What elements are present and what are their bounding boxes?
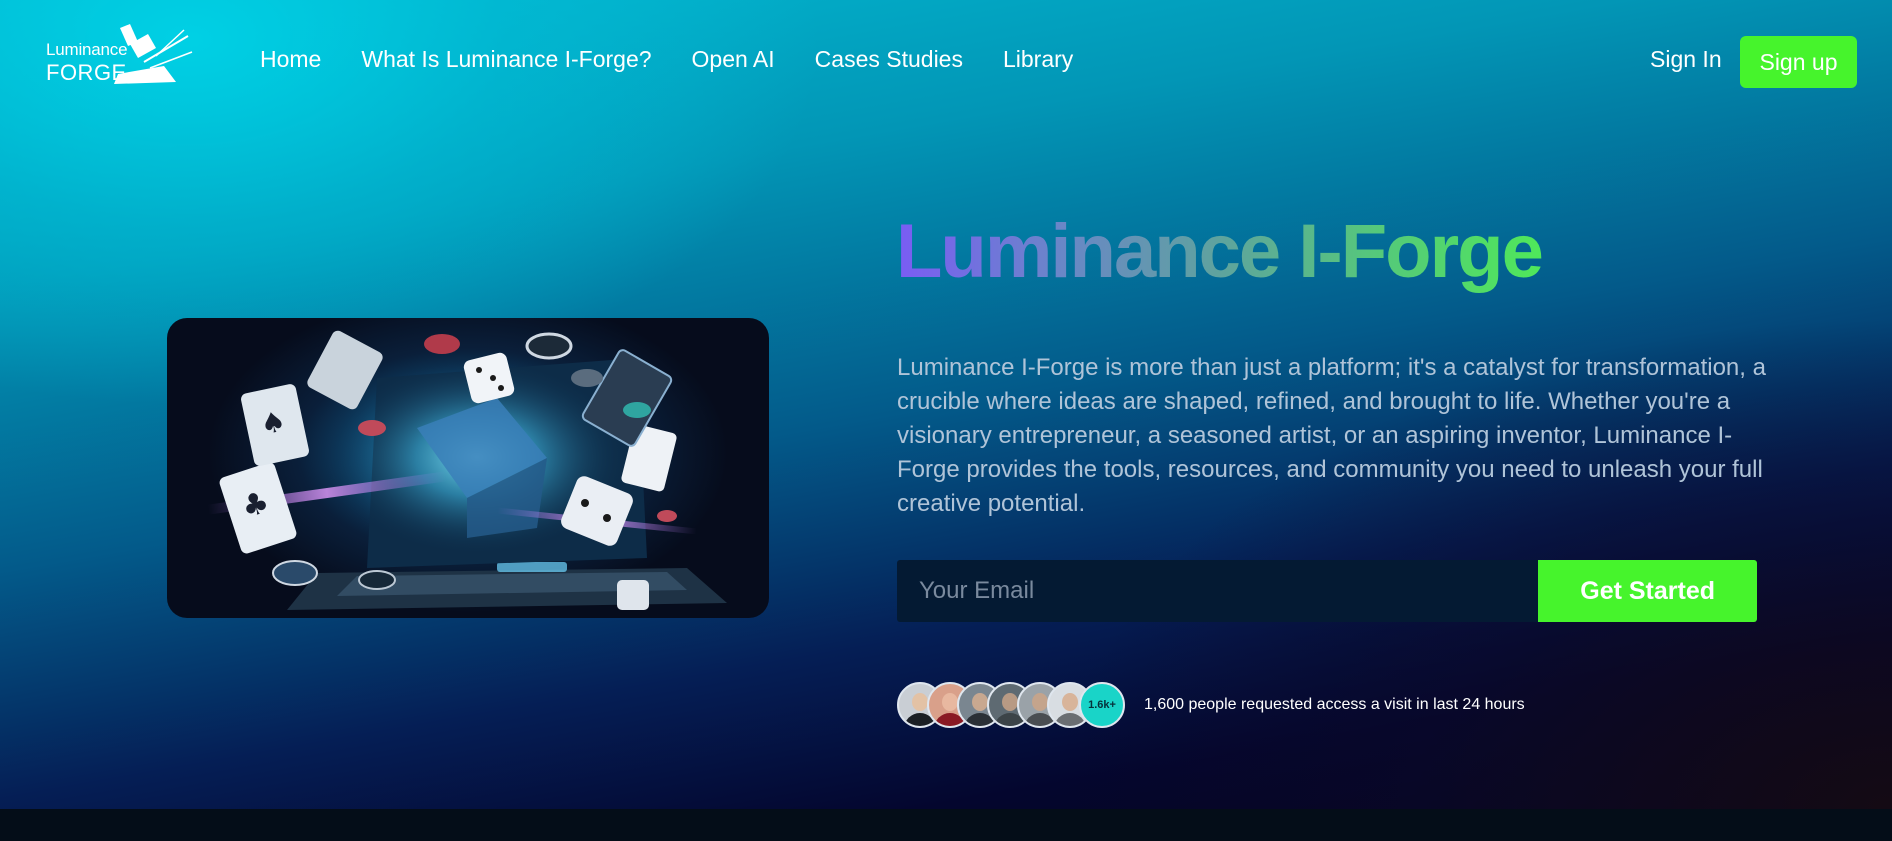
- sign-in-link[interactable]: Sign In: [1650, 46, 1722, 73]
- avatar-stack: 1.6k+: [897, 682, 1127, 728]
- casino-laptop-illustration-icon: ♣ ♠: [207, 330, 727, 610]
- nav-item-library[interactable]: Library: [1003, 46, 1073, 73]
- nav-item-open-ai[interactable]: Open AI: [692, 46, 775, 73]
- hero-description: Luminance I-Forge is more than just a pl…: [897, 354, 1766, 517]
- sign-up-button[interactable]: Sign up: [1740, 36, 1857, 88]
- get-started-button[interactable]: Get Started: [1538, 560, 1757, 622]
- footer-strip: [0, 809, 1892, 841]
- main-nav: Home What Is Luminance I-Forge? Open AI …: [260, 46, 1073, 73]
- nav-item-what-is[interactable]: What Is Luminance I-Forge?: [361, 46, 651, 73]
- email-signup-form: Get Started: [897, 560, 1757, 622]
- user-count-badge: 1.6k+: [1079, 682, 1125, 728]
- nav-item-case-studies[interactable]: Cases Studies: [815, 46, 963, 73]
- nav-item-home[interactable]: Home: [260, 46, 321, 73]
- hero-title: Luminance I-Forge: [896, 209, 1544, 294]
- email-input[interactable]: [897, 560, 1539, 622]
- hero-image: ♣ ♠: [167, 318, 769, 618]
- logo[interactable]: Luminance FORGE: [44, 22, 194, 88]
- social-proof-text: 1,600 people requested access a visit in…: [1144, 696, 1525, 713]
- hammer-icon: [114, 24, 193, 84]
